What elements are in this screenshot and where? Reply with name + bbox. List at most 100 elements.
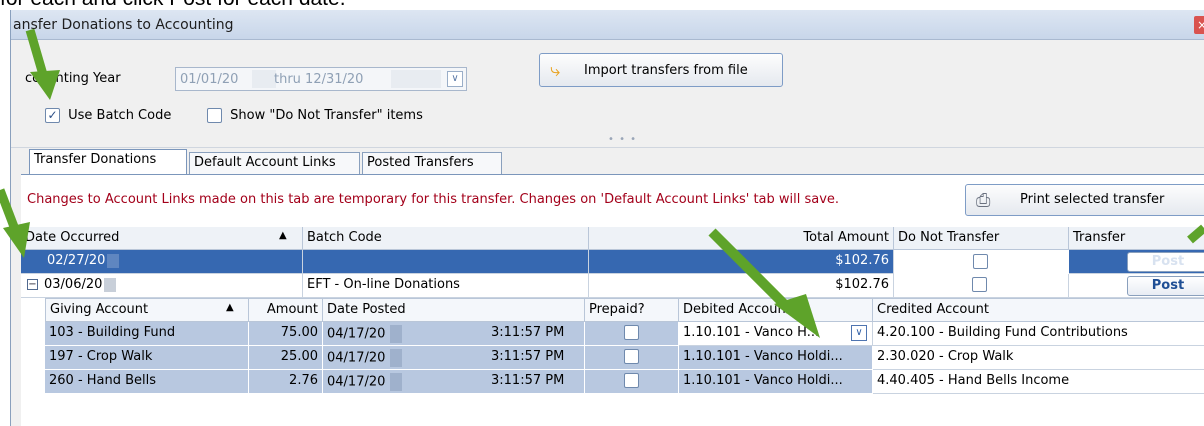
instruction-caption: for each and click Post for each date. xyxy=(0,0,346,10)
redacted-block xyxy=(104,277,117,292)
redacted-block xyxy=(389,349,402,367)
giving-account-cell: 197 - Crop Walk xyxy=(45,346,249,370)
tab-transfer-donations[interactable]: Transfer Donations xyxy=(29,149,187,175)
panel-splitter[interactable]: • • • xyxy=(11,134,1204,148)
import-arrow-icon: ⤷ xyxy=(550,60,561,81)
accounting-year-thru: thru 12/31/20 xyxy=(274,72,364,87)
grip-icon: • • • xyxy=(608,134,638,145)
list-item[interactable]: 103 - Building Fund 75.00 04/17/20 3:11:… xyxy=(45,322,1204,346)
total-cell: $102.76 xyxy=(589,274,894,298)
tab-default-account-links[interactable]: Default Account Links xyxy=(189,152,360,174)
date-posted-time: 3:11:57 PM xyxy=(491,325,565,340)
collapse-icon[interactable]: − xyxy=(27,279,38,290)
import-transfers-button[interactable]: ⤷ Import transfers from file xyxy=(539,53,783,87)
use-batch-code-checkbox[interactable]: ✓ Use Batch Code xyxy=(45,108,171,128)
giving-account-cell: 260 - Hand Bells xyxy=(45,370,249,394)
column-header-amount[interactable]: Amount xyxy=(249,298,323,322)
column-header-giving-account[interactable]: Giving Account ▲ xyxy=(45,298,249,322)
redacted-block xyxy=(389,373,402,391)
date-cell: −03/06/20 xyxy=(21,274,303,298)
checkbox-box[interactable] xyxy=(207,108,222,123)
amount-cell: 75.00 xyxy=(249,322,323,346)
debited-account-value: 1.10.101 - Vanco H... xyxy=(683,325,820,340)
do-not-transfer-checkbox[interactable] xyxy=(973,254,988,269)
sort-ascending-icon: ▲ xyxy=(226,302,234,313)
debited-account-cell[interactable]: 1.10.101 - Vanco Holdi... xyxy=(679,370,873,394)
post-button[interactable]: Post xyxy=(1127,276,1204,296)
print-selected-transfer-label: Print selected transfer xyxy=(1020,192,1165,207)
debited-account-cell[interactable]: 1.10.101 - Vanco Holdi... xyxy=(679,346,873,370)
transfer-cell: Post xyxy=(1069,274,1204,298)
column-header-date[interactable]: Date Occurred ▲ xyxy=(21,227,303,250)
column-header-do-not-transfer[interactable]: Do Not Transfer xyxy=(894,227,1069,250)
chevron-down-icon[interactable]: ∨ xyxy=(447,71,463,87)
print-selected-transfer-button[interactable]: ⎙ Print selected transfer xyxy=(965,184,1204,216)
table-row[interactable]: −03/06/20 EFT - On-line Donations $102.7… xyxy=(21,274,1204,298)
prepaid-checkbox[interactable] xyxy=(624,373,639,388)
batch-cell: EFT - On-line Donations xyxy=(303,274,589,298)
column-header-prepaid[interactable]: Prepaid? xyxy=(585,298,679,322)
checkmark-icon[interactable]: ✓ xyxy=(45,108,60,123)
post-button[interactable]: Post xyxy=(1127,252,1204,272)
amount-cell: 2.76 xyxy=(249,370,323,394)
do-not-transfer-cell[interactable] xyxy=(894,250,1069,274)
prepaid-checkbox[interactable] xyxy=(624,349,639,364)
title-bar: ansfer Donations to Accounting × xyxy=(11,10,1204,40)
giving-account-cell: 103 - Building Fund xyxy=(45,322,249,346)
redacted-block xyxy=(389,325,402,343)
accounting-year-label: ccounting Year xyxy=(25,71,121,86)
total-cell: $102.76 xyxy=(589,250,894,274)
amount-cell: 25.00 xyxy=(249,346,323,370)
prepaid-checkbox[interactable] xyxy=(624,325,639,340)
column-header-credited-account[interactable]: Credited Account xyxy=(873,298,1204,322)
batch-cell xyxy=(303,250,589,274)
date-posted-date: 04/17/20 xyxy=(327,350,386,366)
window-title: ansfer Donations to Accounting xyxy=(13,17,234,33)
list-item[interactable]: 197 - Crop Walk 25.00 04/17/20 3:11:57 P… xyxy=(45,346,1204,370)
do-not-transfer-cell[interactable] xyxy=(894,274,1069,298)
date-value: 03/06/20 xyxy=(44,277,103,292)
redacted-block xyxy=(107,253,120,268)
prepaid-cell[interactable] xyxy=(585,346,679,370)
transfer-window: ansfer Donations to Accounting × ccounti… xyxy=(10,10,1204,426)
printer-icon: ⎙ xyxy=(976,190,991,211)
accounting-year-from: 01/01/20 xyxy=(180,72,239,87)
credited-account-cell[interactable]: 4.40.405 - Hand Bells Income xyxy=(873,370,1204,394)
redacted-block xyxy=(391,70,441,88)
column-header-total[interactable]: Total Amount xyxy=(589,227,894,250)
date-posted-cell: 04/17/20 3:11:57 PM xyxy=(323,346,585,370)
table-row[interactable]: 02/27/20 $102.76 Post xyxy=(21,250,1204,274)
date-posted-cell: 04/17/20 3:11:57 PM xyxy=(323,322,585,346)
date-posted-date: 04/17/20 xyxy=(327,326,386,342)
credited-account-cell[interactable]: 4.20.100 - Building Fund Contributions xyxy=(873,322,1204,346)
prepaid-cell[interactable] xyxy=(585,322,679,346)
column-header-giving-account-label: Giving Account xyxy=(50,302,149,317)
credited-account-cell[interactable]: 2.30.020 - Crop Walk xyxy=(873,346,1204,370)
column-header-batch[interactable]: Batch Code xyxy=(303,227,589,250)
column-header-debited-account[interactable]: Debited Account xyxy=(679,298,873,322)
column-header-transfer[interactable]: Transfer xyxy=(1069,227,1204,250)
list-item[interactable]: 260 - Hand Bells 2.76 04/17/20 3:11:57 P… xyxy=(45,370,1204,394)
transfer-cell: Post xyxy=(1069,250,1204,274)
sort-ascending-icon: ▲ xyxy=(279,230,287,241)
do-not-transfer-checkbox[interactable] xyxy=(972,277,987,292)
date-posted-cell: 04/17/20 3:11:57 PM xyxy=(323,370,585,394)
date-posted-date: 04/17/20 xyxy=(327,374,386,390)
transfer-donations-panel: Changes to Account Links made on this ta… xyxy=(21,174,1204,426)
date-posted-time: 3:11:57 PM xyxy=(491,349,565,364)
chevron-down-icon[interactable]: ∨ xyxy=(851,325,867,341)
debited-account-cell[interactable]: 1.10.101 - Vanco H... ∨ xyxy=(679,322,873,346)
import-transfers-label: Import transfers from file xyxy=(584,63,748,78)
accounting-year-select[interactable]: 01/01/20 thru 12/31/20 ∨ xyxy=(175,67,467,91)
tab-posted-transfers[interactable]: Posted Transfers xyxy=(362,152,502,174)
temporary-changes-notice: Changes to Account Links made on this ta… xyxy=(27,192,840,207)
use-batch-code-label: Use Batch Code xyxy=(68,108,172,123)
close-icon[interactable]: × xyxy=(1194,16,1204,34)
date-cell: 02/27/20 xyxy=(21,250,303,274)
column-header-date-posted[interactable]: Date Posted xyxy=(323,298,585,322)
show-do-not-transfer-checkbox[interactable]: Show "Do Not Transfer" items xyxy=(207,108,423,128)
show-do-not-transfer-label: Show "Do Not Transfer" items xyxy=(230,108,423,123)
prepaid-cell[interactable] xyxy=(585,370,679,394)
column-header-date-label: Date Occurred xyxy=(25,230,120,245)
date-value: 02/27/20 xyxy=(47,253,106,268)
